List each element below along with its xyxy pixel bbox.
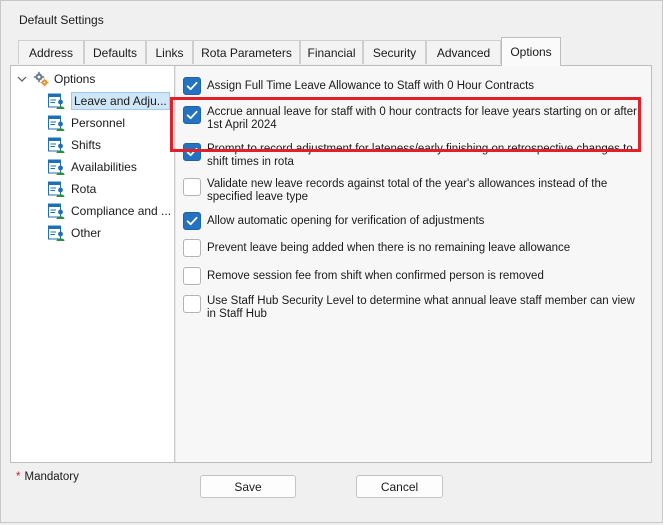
tree-item-label: Availabilities <box>71 160 137 174</box>
option-checkbox[interactable] <box>183 212 201 230</box>
option-row: Prevent leave being added when there is … <box>183 239 643 257</box>
tree-item-label: Personnel <box>71 116 126 130</box>
option-label: Validate new leave records against total… <box>207 178 608 203</box>
chevron-down-icon[interactable] <box>17 74 27 84</box>
option-row: Remove session fee from shift when confi… <box>183 267 643 285</box>
person-document-icon <box>48 137 66 153</box>
option-row: Use Staff Hub Security Level to determin… <box>183 295 643 321</box>
tree-item-7[interactable]: Other <box>48 223 101 243</box>
person-document-icon <box>48 159 66 175</box>
option-row: Validate new leave records against total… <box>183 178 643 204</box>
tree-item-5[interactable]: Rota <box>48 179 96 199</box>
person-document-icon <box>48 115 66 131</box>
option-checkbox[interactable] <box>183 178 201 196</box>
gears-icon <box>33 71 49 87</box>
tab-financial[interactable]: Financial <box>300 40 363 64</box>
option-row: Allow automatic opening for verification… <box>183 212 643 230</box>
tree-item-6[interactable]: Compliance and ... <box>48 201 171 221</box>
option-checkbox[interactable] <box>183 295 201 313</box>
tab-rota-parameters[interactable]: Rota Parameters <box>193 40 300 64</box>
tab-defaults[interactable]: Defaults <box>84 40 146 64</box>
option-checkbox[interactable] <box>183 267 201 285</box>
mandatory-label: Mandatory <box>24 471 79 483</box>
save-button[interactable]: Save <box>200 475 296 498</box>
tree-item-3[interactable]: Shifts <box>48 135 101 155</box>
option-label: Assign Full Time Leave Allowance to Staf… <box>207 80 535 92</box>
person-document-icon <box>48 203 66 219</box>
person-document-icon <box>48 181 66 197</box>
option-checkbox[interactable] <box>183 77 201 95</box>
tab-options[interactable]: Options <box>501 37 561 66</box>
mandatory-note: * Mandatory <box>16 471 79 483</box>
annotation-highlight-box <box>170 97 641 152</box>
tree-root-label: Options <box>54 72 96 86</box>
person-document-icon <box>48 225 66 241</box>
tree-root-options[interactable]: Options <box>17 70 95 88</box>
tree-item-2[interactable]: Personnel <box>48 113 125 133</box>
tree-item-label: Compliance and ... <box>71 204 172 218</box>
option-label: Prevent leave being added when there is … <box>207 242 571 254</box>
option-row: Assign Full Time Leave Allowance to Staf… <box>183 77 643 95</box>
option-checkbox[interactable] <box>183 239 201 257</box>
tab-address[interactable]: Address <box>18 40 84 64</box>
mandatory-star: * <box>16 471 21 483</box>
tree-item-label: Leave and Adju... <box>71 92 170 110</box>
tab-advanced[interactable]: Advanced <box>426 40 501 64</box>
tree-item-label: Shifts <box>71 138 102 152</box>
tree-item-1[interactable]: Leave and Adju... <box>48 91 170 111</box>
option-label: Remove session fee from shift when confi… <box>207 270 544 282</box>
tree-item-label: Rota <box>71 182 97 196</box>
option-label: Allow automatic opening for verification… <box>207 215 485 227</box>
option-label: Use Staff Hub Security Level to determin… <box>207 295 635 320</box>
tree-item-4[interactable]: Availabilities <box>48 157 137 177</box>
tab-security[interactable]: Security <box>363 40 426 64</box>
dialog-title: Default Settings <box>19 13 104 27</box>
cancel-button[interactable]: Cancel <box>356 475 443 498</box>
tree-item-label: Other <box>71 226 102 240</box>
person-document-icon <box>48 93 66 109</box>
tab-links[interactable]: Links <box>146 40 193 64</box>
